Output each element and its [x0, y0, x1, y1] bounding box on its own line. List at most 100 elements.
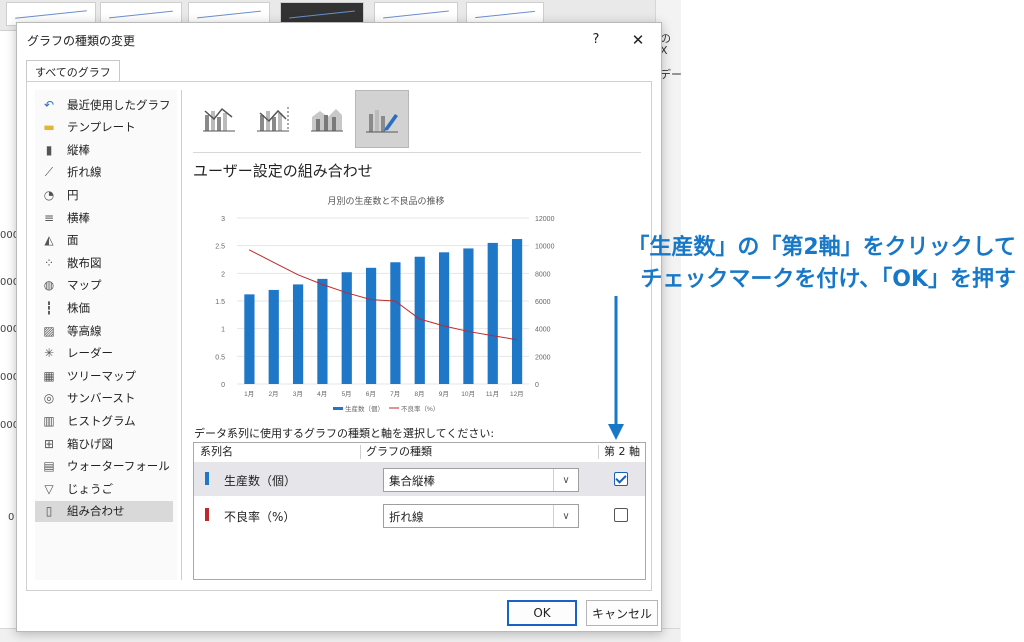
- sidebar-item[interactable]: ◭ 面: [35, 230, 173, 251]
- sidebar-item-label: 円: [67, 187, 79, 202]
- treemap-icon: ▦: [43, 368, 55, 383]
- sidebar-item[interactable]: ▨ 等高線: [35, 320, 173, 341]
- sidebar-item[interactable]: ↶ 最近使用したグラフ: [35, 94, 173, 115]
- sidebar-item-label: 株価: [67, 300, 90, 315]
- chevron-down-icon[interactable]: ∨: [553, 469, 578, 491]
- combo-chart: 月別の生産数と不良品の推移 0 0.5 1 1.5 2 2.5 3 0 2000 4000 6000 8…: [215, 195, 554, 413]
- y2-tick-label: 4000: [535, 327, 551, 334]
- y-tick-label: 2: [221, 271, 225, 278]
- sidebar-item[interactable]: ⟋ 折れ線: [35, 162, 173, 183]
- combo-area-column-icon: [311, 109, 343, 132]
- sidebar-item[interactable]: ✳ レーダー: [35, 343, 173, 364]
- series-row[interactable]: 生産数（個） 集合縦棒 ∨: [194, 462, 645, 496]
- sidebar-item[interactable]: ◍ マップ: [35, 275, 173, 296]
- sidebar-item[interactable]: ▽ じょうご: [35, 478, 173, 499]
- combo-clustered-column-line-button[interactable]: [193, 90, 245, 146]
- custom-combination-button[interactable]: [355, 90, 409, 148]
- area-chart-icon: ◭: [44, 233, 54, 248]
- x-tick-label: 5月: [341, 390, 351, 398]
- y2-tick-label: 8000: [535, 271, 551, 278]
- bar: [463, 248, 474, 384]
- x-tick-label: 10月: [461, 390, 475, 398]
- help-button[interactable]: ?: [585, 29, 607, 51]
- chart-type-select[interactable]: 折れ線 ∨: [383, 504, 579, 528]
- sidebar-item[interactable]: ▯ 組み合わせ: [35, 500, 173, 522]
- bar: [317, 278, 328, 384]
- y-tick-label: 1.5: [215, 299, 225, 306]
- combo-column-line-icon: [203, 107, 235, 132]
- legend-swatch: [333, 407, 343, 410]
- y-tick-label: 1: [221, 327, 225, 334]
- chart-category-list: ↶ 最近使用したグラフ ▬ テンプレート ▮ 縦棒 ⟋ 折れ線 ◔ 円 ≡ 横棒 ◭ 面 ⁘ 散布図 ◍ マップ ┇…: [35, 90, 177, 580]
- legend-label: 生産数（個）: [345, 404, 384, 413]
- sidebar-item-label: 最近使用したグラフ: [67, 97, 171, 112]
- x-tick-label: 6月: [366, 390, 376, 398]
- sidebar-item-label: ツリーマップ: [67, 368, 136, 383]
- scatter-chart-icon: ⁘: [43, 255, 55, 270]
- secondary-axis-checkbox[interactable]: [614, 472, 628, 486]
- chevron-down-icon[interactable]: ∨: [553, 505, 578, 527]
- bar: [438, 252, 450, 384]
- background-text: デー: [660, 68, 682, 81]
- y2-tick-label: 6000: [535, 299, 551, 306]
- x-tick-label: 2月: [268, 390, 278, 398]
- sidebar-item-label: レーダー: [67, 346, 113, 361]
- waterfall-icon: ▤: [43, 459, 55, 474]
- sidebar-item-label: ウォーターフォール: [67, 459, 170, 474]
- column-separator: [598, 445, 599, 459]
- series-color-swatch: [205, 472, 209, 485]
- x-tick-label: 12月: [510, 390, 524, 398]
- y2-tick-label: 2000: [535, 354, 551, 361]
- stock-chart-icon: ┇: [45, 300, 53, 315]
- chart-title: 月別の生産数と不良品の推移: [327, 195, 444, 206]
- column-header-secondary-axis: 第 2 軸: [604, 445, 640, 458]
- sidebar-item[interactable]: ◔ 円: [35, 184, 173, 205]
- combo-column-line-secondary-button[interactable]: [247, 90, 299, 146]
- x-tick-label: 11月: [486, 390, 499, 398]
- x-tick-label: 7月: [390, 390, 400, 398]
- section-title: ユーザー設定の組み合わせ: [193, 162, 373, 180]
- chart-preview: 月別の生産数と不良品の推移 0 0.5 1 1.5 2 2.5 3 0 2000 4000 6000 8…: [193, 188, 579, 420]
- sidebar-item[interactable]: ◎ サンバースト: [35, 388, 173, 409]
- series-row[interactable]: 不良率（%） 折れ線 ∨: [194, 498, 645, 532]
- line-series: [248, 249, 517, 341]
- chart-type-value: 折れ線: [389, 510, 424, 524]
- cancel-button[interactable]: キャンセル: [586, 600, 658, 626]
- sidebar-item[interactable]: ▥ ヒストグラム: [35, 410, 173, 431]
- funnel-icon: ▽: [44, 481, 54, 496]
- pie-chart-icon: ◔: [43, 187, 55, 202]
- histogram-icon: ▥: [43, 413, 55, 428]
- column-header-chart-type: グラフの種類: [366, 445, 432, 458]
- sidebar-item[interactable]: ┇ 株価: [35, 297, 173, 318]
- folder-icon: ▬: [43, 120, 55, 135]
- chart-type-select[interactable]: 集合縦棒 ∨: [383, 468, 579, 492]
- secondary-axis-checkbox[interactable]: [614, 508, 628, 522]
- combo-stacked-area-column-button[interactable]: [301, 90, 353, 146]
- sidebar-item[interactable]: ▬ テンプレート: [35, 117, 173, 138]
- series-prompt: データ系列に使用するグラフの種類と軸を選択してください:: [194, 427, 495, 440]
- legend-label: 不良率（%）: [401, 404, 439, 413]
- sidebar-item[interactable]: ▦ ツリーマップ: [35, 365, 173, 386]
- bar: [292, 284, 304, 384]
- dialog-title: グラフの種類の変更: [27, 34, 136, 48]
- bar: [365, 267, 377, 384]
- sidebar-item[interactable]: ▤ ウォーターフォール: [35, 456, 173, 477]
- tab-all-charts[interactable]: すべてのグラフ: [26, 60, 120, 83]
- sidebar-item[interactable]: ⁘ 散布図: [35, 252, 173, 273]
- separator: [193, 152, 641, 153]
- column-separator: [360, 445, 361, 459]
- sidebar-item-label: 等高線: [67, 323, 102, 338]
- sidebar-item[interactable]: ▮ 縦棒: [35, 139, 173, 160]
- recent-icon: ↶: [43, 97, 55, 112]
- y-tick-label: 0.5: [215, 354, 225, 361]
- sidebar-item[interactable]: ⊞ 箱ひげ図: [35, 433, 173, 454]
- annotation-arrow: [608, 296, 624, 440]
- bar: [511, 239, 523, 384]
- close-button[interactable]: ✕: [625, 29, 651, 51]
- series-table: 系列名 グラフの種類 第 2 軸 生産数（個） 集合縦棒 ∨ 不良率（%） 折れ…: [193, 442, 646, 580]
- x-tick-label: 4月: [317, 390, 327, 398]
- chart-type-value: 集合縦棒: [389, 474, 435, 488]
- custom-combo-pencil-icon: [366, 110, 398, 133]
- sidebar-item[interactable]: ≡ 横棒: [35, 207, 173, 228]
- ok-button[interactable]: OK: [507, 600, 577, 626]
